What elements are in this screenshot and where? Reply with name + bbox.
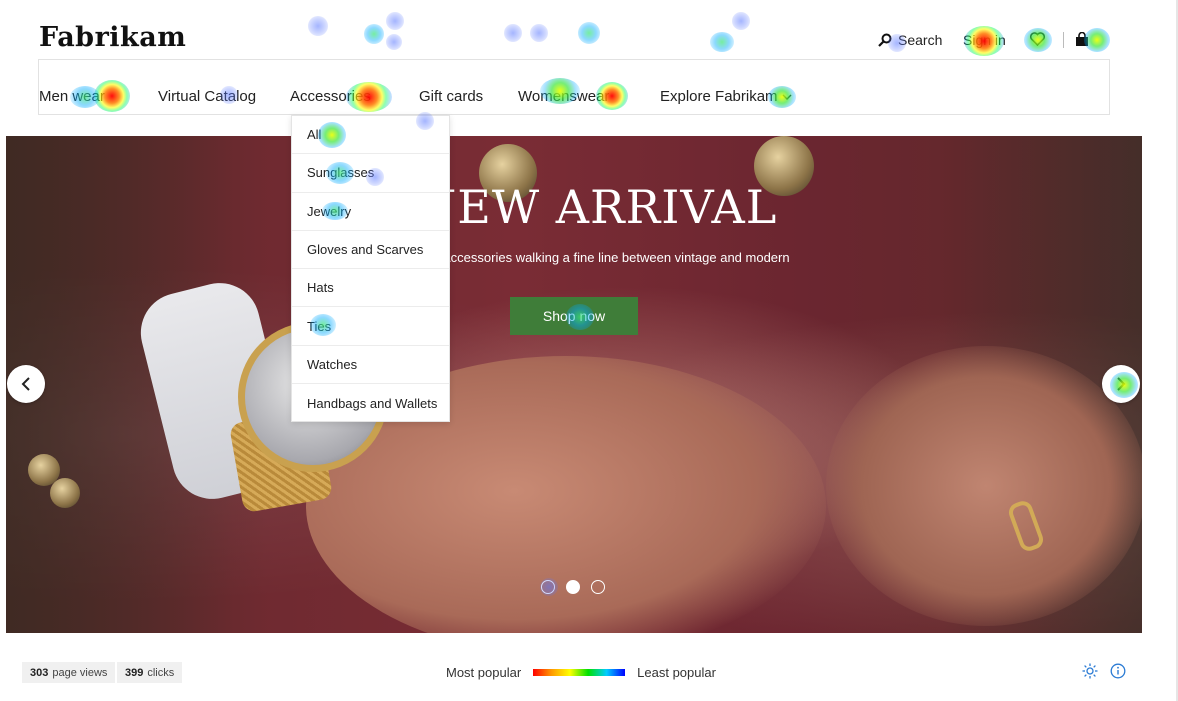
heatmap-spot [308, 16, 328, 36]
nav-item-accessories[interactable]: Accessories [290, 88, 371, 105]
dropdown-item-hats[interactable]: Hats [292, 269, 449, 308]
dropdown-item-sunglasses[interactable]: Sunglasses [292, 154, 449, 193]
legend-gradient-bar [533, 669, 626, 676]
signin-link[interactable]: Sign in [963, 32, 1006, 48]
nav-item-explore-fabrikam[interactable]: Explore Fabrikam [660, 88, 792, 105]
legend-most-label: Most popular [446, 665, 522, 680]
site-logo[interactable]: Fabrikam [39, 22, 186, 53]
heatmap-spot [710, 32, 734, 52]
clicks-value: 399 [125, 666, 144, 679]
chevron-down-icon [782, 94, 792, 101]
carousel-dot-active[interactable] [566, 580, 580, 594]
search-icon [878, 33, 892, 47]
page-views-value: 303 [30, 666, 49, 679]
heart-icon [1030, 32, 1045, 46]
carousel-dot[interactable] [591, 580, 605, 594]
carousel-dot[interactable] [541, 580, 555, 594]
nav-item-gift-cards[interactable]: Gift cards [419, 88, 483, 105]
bag-icon [1076, 32, 1088, 46]
heatmap-legend: Most popular Least popular [446, 665, 716, 680]
nav-item-virtual-catalog[interactable]: Virtual Catalog [158, 88, 256, 105]
page-views-label: page views [52, 666, 108, 679]
hero-title: NEW ARRIVAL [416, 180, 778, 234]
chevron-left-icon [21, 377, 30, 391]
sun-icon [1082, 663, 1098, 679]
clicks-label: clicks [147, 666, 175, 679]
shop-now-button[interactable]: Shop now [510, 297, 638, 335]
nav-item-men-wear[interactable]: Men wear [39, 88, 105, 105]
info-button[interactable] [1110, 663, 1126, 684]
dropdown-item-gloves-scarves[interactable]: Gloves and Scarves [292, 231, 449, 270]
cart-button[interactable] [1075, 32, 1089, 47]
jacket-button-graphic [50, 478, 80, 508]
page: Fabrikam Search Sign in Men wear Virtual… [0, 0, 1144, 701]
dropdown-item-watches[interactable]: Watches [292, 346, 449, 385]
heatmap-spot [578, 22, 600, 44]
heatmap-spot [530, 24, 548, 42]
header-divider [1063, 32, 1064, 48]
search-button[interactable]: Search [878, 32, 942, 48]
heatmap-spot [504, 24, 522, 42]
dropdown-item-handbags-wallets[interactable]: Handbags and Wallets [292, 384, 449, 422]
heatmap-spot [386, 12, 404, 30]
wishlist-button[interactable] [1030, 32, 1045, 46]
dropdown-item-all[interactable]: All [292, 116, 449, 155]
carousel-indicators [541, 580, 605, 594]
heatmap-spot [732, 12, 750, 30]
accessories-dropdown: All Sunglasses Jewelry Gloves and Scarve… [291, 115, 450, 422]
hand-graphic [826, 346, 1142, 626]
carousel-prev-button[interactable] [7, 365, 45, 403]
dropdown-item-jewelry[interactable]: Jewelry [292, 193, 449, 231]
signin-label: Sign in [963, 32, 1006, 48]
hero-subtitle: Accessories walking a fine line between … [442, 250, 790, 265]
page-views-stat: 303 page views [22, 662, 116, 683]
chevron-right-icon [1117, 377, 1126, 391]
brightness-button[interactable] [1082, 663, 1098, 684]
hero-carousel: NEW ARRIVAL Accessories walking a fine l… [6, 136, 1142, 633]
nav-item-womenswear[interactable]: Womenswear [518, 88, 609, 105]
clicks-stat: 399 clicks [117, 662, 183, 683]
heatmap-spot [386, 34, 402, 50]
heatmap-spot [364, 24, 384, 44]
main-nav: Men wear Virtual Catalog Accessories Gif… [38, 59, 1110, 115]
search-label: Search [898, 32, 943, 48]
dropdown-item-ties[interactable]: Ties [292, 307, 449, 346]
info-icon [1110, 663, 1126, 679]
carousel-next-button[interactable] [1102, 365, 1140, 403]
legend-least-label: Least popular [637, 665, 716, 680]
